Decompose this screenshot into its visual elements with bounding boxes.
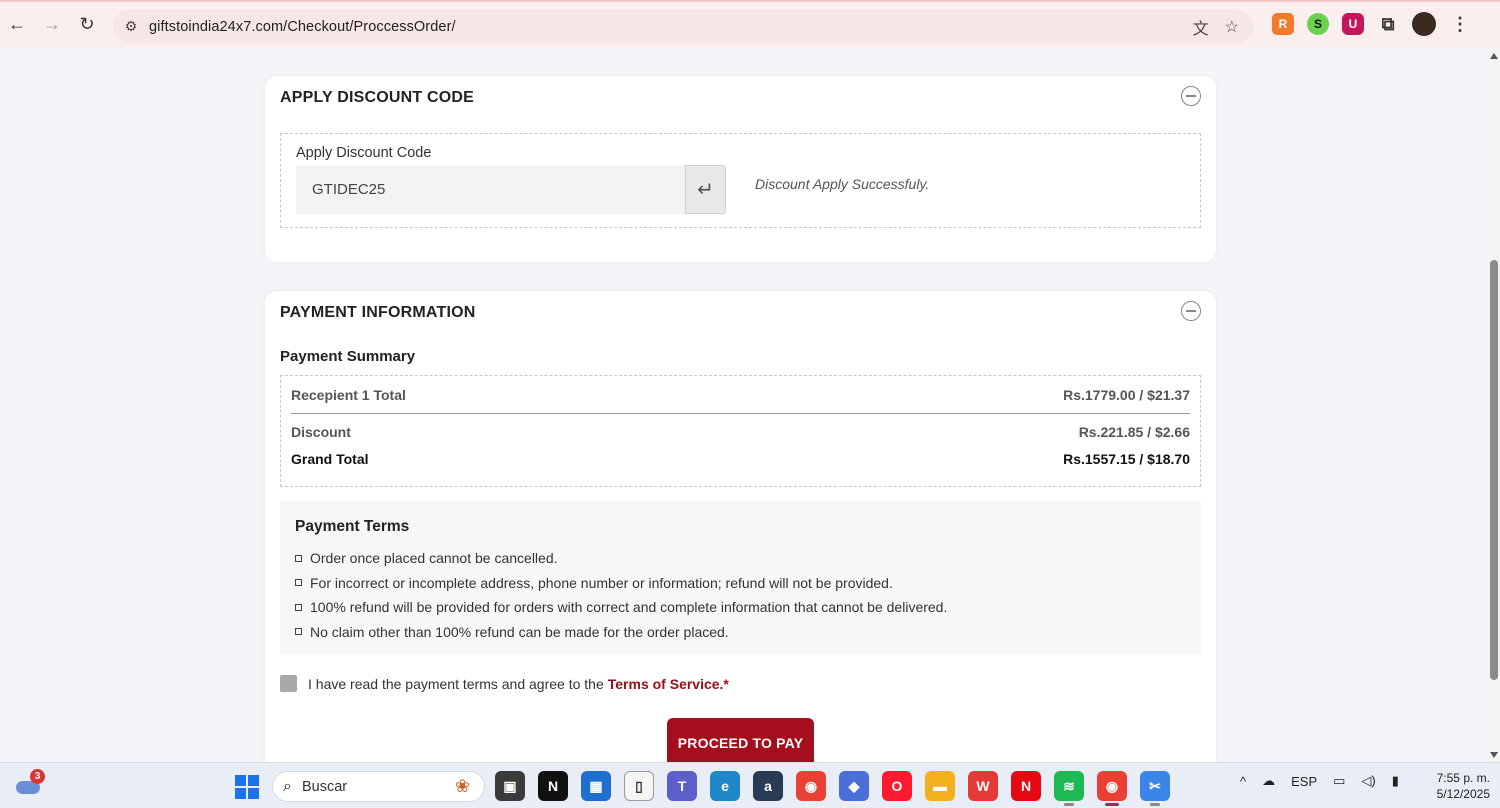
- terms-of-service-link[interactable]: Terms of Service.*: [608, 676, 729, 692]
- scroll-thumb[interactable]: [1490, 260, 1498, 680]
- terms-item-text: No claim other than 100% refund can be m…: [310, 623, 729, 640]
- taskbar-app-snipping-tool-icon[interactable]: ✂: [1140, 771, 1170, 806]
- back-button[interactable]: ←: [0, 7, 34, 41]
- taskbar-app-teams-icon[interactable]: T: [667, 771, 697, 801]
- square-bullet-icon: [295, 554, 302, 562]
- terms-item: Order once placed cannot be cancelled.: [295, 546, 947, 571]
- display-icon[interactable]: ▭: [1333, 773, 1345, 789]
- payment-terms-box: Payment Terms Order once placed cannot b…: [280, 501, 1201, 654]
- terms-item: No claim other than 100% refund can be m…: [295, 620, 947, 645]
- taskbar-app-opera-icon[interactable]: O: [882, 771, 912, 801]
- volume-icon[interactable]: ◁): [1361, 773, 1375, 789]
- translate-icon[interactable]: 文: [1193, 15, 1209, 39]
- payment-card: PAYMENT INFORMATION Payment Summary Rece…: [265, 291, 1216, 762]
- browser-menu-icon[interactable]: ⋮: [1449, 13, 1471, 35]
- discount-card: APPLY DISCOUNT CODE Apply Discount Code …: [265, 76, 1216, 262]
- tray-chevron-icon[interactable]: ^: [1240, 774, 1246, 789]
- taskbar-app-edge-icon[interactable]: e: [710, 771, 740, 801]
- taskbar-app-netflix-icon[interactable]: N: [1011, 771, 1041, 801]
- summary-row-label: Grand Total: [291, 451, 369, 467]
- forward-button[interactable]: →: [35, 7, 69, 41]
- apply-discount-button[interactable]: ↵: [685, 165, 726, 214]
- discount-status-message: Discount Apply Successfuly.: [755, 176, 930, 192]
- u-extension-icon[interactable]: U: [1342, 13, 1364, 35]
- windows-start-icon[interactable]: [235, 775, 259, 799]
- taskbar-app-spotify-icon[interactable]: ≋: [1054, 771, 1084, 806]
- scroll-down-arrow-icon[interactable]: [1490, 752, 1498, 758]
- square-bullet-icon: [295, 628, 302, 636]
- payment-summary-title: Payment Summary: [280, 348, 416, 365]
- taskbar-app-notion-icon[interactable]: N: [538, 771, 568, 801]
- taskbar-apps: ▣ N ▦ ▯ Te a ◉ ◆ O ▬ W N ≋ ◉ ✂: [495, 771, 1170, 806]
- terms-item-text: 100% refund will be provided for orders …: [310, 599, 948, 616]
- payment-terms-list: Order once placed cannot be cancelled. F…: [295, 546, 947, 644]
- site-info-icon[interactable]: ⚙: [113, 18, 149, 35]
- taskbar-app-chrome-profile-icon[interactable]: ◉: [1097, 771, 1127, 806]
- discount-code-label: Apply Discount Code: [296, 145, 432, 161]
- taskbar-app-copilot-icon[interactable]: ◆: [839, 771, 869, 801]
- proceed-to-pay-button[interactable]: PROCEED TO PAY: [667, 718, 814, 762]
- clock-date: 5/12/2025: [1436, 787, 1490, 801]
- r-extension-icon[interactable]: R: [1272, 13, 1294, 35]
- extensions-puzzle-icon[interactable]: ⧉: [1377, 13, 1399, 35]
- terms-item-text: For incorrect or incomplete address, pho…: [310, 574, 893, 591]
- summary-row-discount: Discount Rs.221.85 / $2.66: [291, 424, 1190, 440]
- payment-terms-title: Payment Terms: [295, 518, 410, 535]
- taskbar-search-placeholder: Buscar: [301, 778, 348, 795]
- page-viewport: APPLY DISCOUNT CODE Apply Discount Code …: [0, 48, 1488, 762]
- cloud-off-icon[interactable]: ☁: [1262, 773, 1275, 789]
- square-bullet-icon: [295, 603, 302, 611]
- collapse-payment-icon[interactable]: [1181, 301, 1201, 321]
- discount-code-input[interactable]: [296, 165, 686, 214]
- address-bar[interactable]: ⚙ giftstoindia24x7.com/Checkout/Proccess…: [113, 10, 1253, 43]
- summary-divider: [291, 413, 1190, 414]
- clock-time: 7:55 p. m.: [1436, 771, 1490, 785]
- taskbar-app-wps-icon[interactable]: W: [968, 771, 998, 801]
- taskbar-app-folders-icon[interactable]: ▬: [925, 771, 955, 801]
- windows-taskbar: 3 ⌕ Buscar ❀ ▣ N ▦ ▯ Te a ◉ ◆ O ▬ W N ≋ ◉ ✂ ^ ☁ ESP ▭ …: [0, 762, 1500, 808]
- terms-item: For incorrect or incomplete address, pho…: [295, 571, 947, 596]
- taskbar-app-amazon-icon[interactable]: a: [753, 771, 783, 801]
- summary-row-label: Discount: [291, 424, 351, 440]
- taskbar-app-microsoft-store-icon[interactable]: ▦: [581, 771, 611, 801]
- search-highlight-icon: ❀: [454, 776, 470, 796]
- taskbar-clock[interactable]: 7:55 p. m. 5/12/2025: [1422, 770, 1490, 802]
- agree-terms-text: I have read the payment terms and agree …: [308, 675, 604, 692]
- extensions-bar: R S U ⧉ ⋮: [1272, 12, 1471, 36]
- summary-row-grand-total: Grand Total Rs.1557.15 / $18.70: [291, 451, 1190, 467]
- discount-card-title: APPLY DISCOUNT CODE: [280, 89, 475, 106]
- battery-icon[interactable]: ▮: [1392, 773, 1399, 789]
- square-bullet-icon: [295, 579, 302, 587]
- weather-widget[interactable]: 3: [14, 769, 45, 795]
- reload-button[interactable]: ↻: [70, 7, 104, 41]
- discount-form: Apply Discount Code ↵ Discount Apply Suc…: [280, 133, 1201, 228]
- notification-badge: 3: [30, 769, 45, 784]
- summary-row-value: Rs.221.85 / $2.66: [1078, 424, 1190, 440]
- scroll-up-arrow-icon[interactable]: [1490, 53, 1498, 59]
- terms-item-text: Order once placed cannot be cancelled.: [310, 550, 558, 567]
- payment-card-title: PAYMENT INFORMATION: [280, 304, 476, 321]
- url-text[interactable]: giftstoindia24x7.com/Checkout/ProccessOr…: [149, 19, 456, 35]
- profile-avatar[interactable]: [1412, 12, 1436, 36]
- language-indicator[interactable]: ESP: [1291, 774, 1317, 789]
- s-extension-icon[interactable]: S: [1307, 13, 1329, 35]
- summary-row-value: Rs.1557.15 / $18.70: [1063, 451, 1190, 467]
- system-tray: ^ ☁ ESP ▭ ◁) ▮: [1240, 773, 1399, 789]
- collapse-discount-icon[interactable]: [1181, 86, 1201, 106]
- payment-summary-table: Recepient 1 Total Rs.1779.00 / $21.37 Di…: [280, 375, 1201, 487]
- page-scrollbar[interactable]: [1488, 48, 1500, 762]
- browser-toolbar: ← → ↻ ⚙ giftstoindia24x7.com/Checkout/Pr…: [0, 0, 1500, 48]
- search-icon: ⌕: [283, 777, 292, 795]
- summary-row-recipient-total: Recepient 1 Total Rs.1779.00 / $21.37: [291, 387, 1190, 403]
- taskbar-app-file-explorer-dark-icon[interactable]: ▣: [495, 771, 525, 801]
- terms-item: 100% refund will be provided for orders …: [295, 595, 947, 620]
- taskbar-app-chrome-icon[interactable]: ◉: [796, 771, 826, 801]
- taskbar-app-notepad-icon[interactable]: ▯: [624, 771, 654, 801]
- bookmark-star-icon[interactable]: ☆: [1225, 17, 1239, 37]
- summary-row-value: Rs.1779.00 / $21.37: [1063, 387, 1190, 403]
- agree-terms-row: I have read the payment terms and agree …: [280, 675, 729, 692]
- agree-terms-checkbox[interactable]: [280, 675, 297, 692]
- summary-row-label: Recepient 1 Total: [291, 387, 406, 403]
- taskbar-search[interactable]: ⌕ Buscar ❀: [272, 771, 485, 802]
